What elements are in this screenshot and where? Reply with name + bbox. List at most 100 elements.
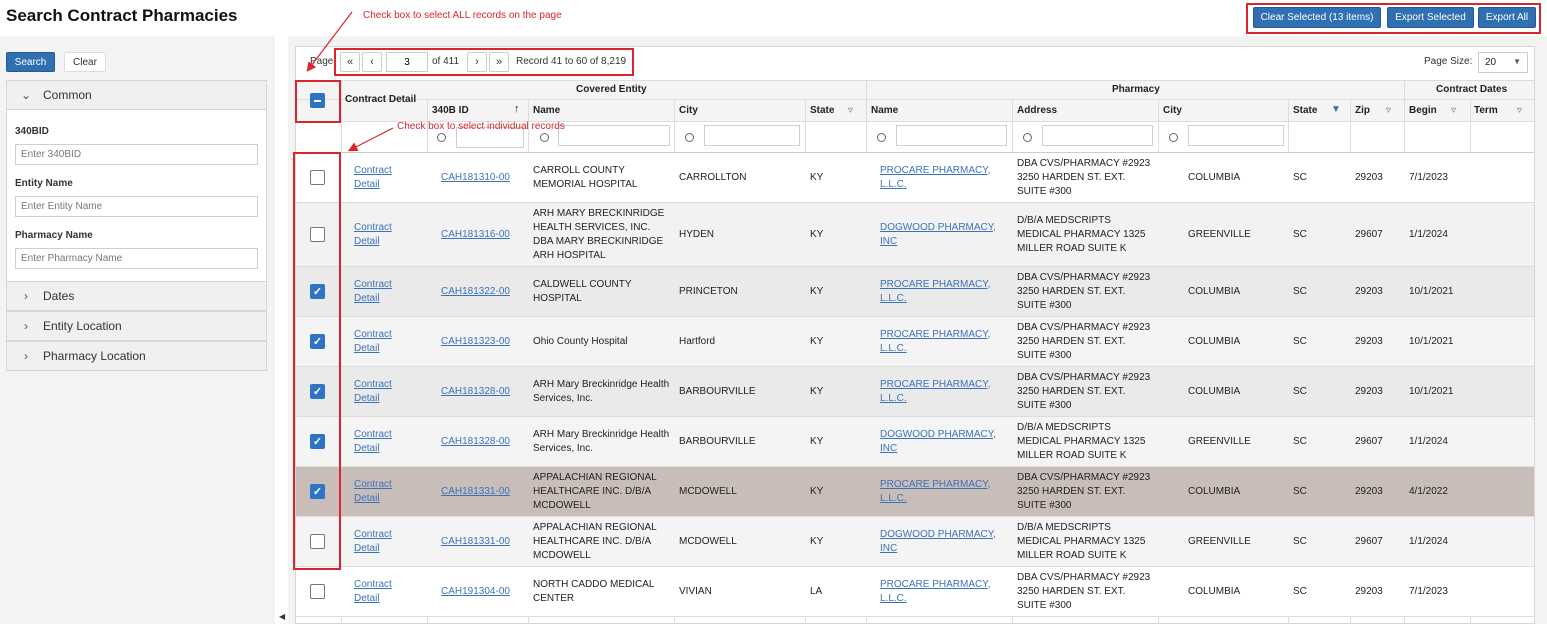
filter-ph-address-input[interactable] xyxy=(1042,125,1153,146)
col-header-ph-city[interactable]: City xyxy=(1163,105,1182,116)
pharmacy-name-link-text[interactable]: DOGWOOD PHARMACY, INC xyxy=(880,428,1008,456)
pharmacy-name-link[interactable]: PROCARE PHARMACY, L.L.C. xyxy=(880,267,1012,316)
pharmacy-name-link-text[interactable]: PROCARE PHARMACY, L.L.C. xyxy=(880,578,1008,606)
collapse-panel-icon[interactable]: ◀ xyxy=(279,612,285,621)
filter-operator-radio[interactable] xyxy=(437,133,446,142)
contract-detail-link-text[interactable]: Contract Detail xyxy=(354,428,420,456)
contract-detail-link[interactable]: Contract Detail xyxy=(354,517,424,566)
table-row[interactable]: ✓ Contract Detail CAH181328-00 ARH Mary Bre… xyxy=(296,417,1534,467)
table-row[interactable]: ✓ Contract Detail CAH181323-00 Ohio County … xyxy=(296,317,1534,367)
entity-id-link-text[interactable]: CAH181331-00 xyxy=(441,485,510,499)
contract-detail-link-text[interactable]: Contract Detail xyxy=(354,328,420,356)
table-row[interactable]: Contract Detail CAH181310-00 CARROLL COUNT… xyxy=(296,153,1534,203)
pharmacy-name-link[interactable]: PROCARE PHARMACY, L.L.C. xyxy=(880,467,1012,516)
contract-detail-link[interactable]: Contract Detail xyxy=(354,317,424,366)
table-row[interactable]: ✓ Contract Detail CAH181328-00 ARH Mary Bre… xyxy=(296,367,1534,417)
table-row[interactable]: Contract Detail CAH181316-00 ARH MARY BREC… xyxy=(296,203,1534,267)
accordion-dates[interactable]: › Dates xyxy=(6,281,267,311)
contract-detail-link-text[interactable]: Contract Detail xyxy=(354,528,420,556)
col-header-zip[interactable]: Zip xyxy=(1355,105,1370,116)
filter-operator-radio[interactable] xyxy=(877,133,886,142)
contract-detail-link-text[interactable]: Contract Detail xyxy=(354,378,420,406)
entity-id-link-text[interactable]: CAH181331-00 xyxy=(441,535,510,549)
entity-id-link[interactable]: CAH181323-00 xyxy=(441,317,531,366)
contract-detail-link-text[interactable]: Contract Detail xyxy=(354,164,420,192)
entity-id-link[interactable]: CAH181322-00 xyxy=(441,267,531,316)
filter-icon[interactable]: ▿ xyxy=(1451,105,1456,116)
filter-icon[interactable]: ▿ xyxy=(1517,105,1522,116)
pharmacy-name-link-text[interactable]: DOGWOOD PHARMACY, INC xyxy=(880,221,1008,249)
col-header-ce-state[interactable]: State xyxy=(810,105,834,116)
accordion-entity-location[interactable]: › Entity Location xyxy=(6,311,267,341)
pharmacy-name-link[interactable]: PROCARE PHARMACY, L.L.C. xyxy=(880,567,1012,616)
filter-ph-city-input[interactable] xyxy=(1188,125,1284,146)
pharmacy-name-link-text[interactable]: PROCARE PHARMACY, L.L.C. xyxy=(880,164,1008,192)
pharmacy-name-link[interactable]: DOGWOOD PHARMACY, INC xyxy=(880,517,1012,566)
col-header-340b-id[interactable]: 340B ID xyxy=(432,105,469,116)
row-select-checkbox[interactable] xyxy=(310,170,325,185)
contract-detail-link[interactable]: Contract Detail xyxy=(354,417,424,466)
pharmacy-name-link-text[interactable]: PROCARE PHARMACY, L.L.C. xyxy=(880,378,1008,406)
row-select-checkbox[interactable] xyxy=(310,584,325,599)
pharmacy-name-link[interactable]: PROCARE PHARMACY, L.L.C. xyxy=(880,317,1012,366)
entity-name-input[interactable] xyxy=(15,196,258,217)
filter-operator-radio[interactable] xyxy=(540,133,549,142)
col-header-ph-state[interactable]: State xyxy=(1293,105,1317,116)
row-select-checkbox[interactable]: ✓ xyxy=(310,384,325,399)
col-header-ph-address[interactable]: Address xyxy=(1017,105,1057,116)
table-row[interactable]: Contract Detail CAH191304-00 NORTH CADDO M… xyxy=(296,567,1534,617)
filter-icon[interactable]: ▿ xyxy=(1386,105,1391,116)
entity-id-link[interactable]: CAH181331-00 xyxy=(441,517,531,566)
export-all-button[interactable]: Export All xyxy=(1478,7,1536,28)
col-header-ce-name[interactable]: Name xyxy=(533,105,560,116)
pharmacy-name-link-text[interactable]: DOGWOOD PHARMACY, INC xyxy=(880,528,1008,556)
clear-button[interactable]: Clear xyxy=(64,52,106,72)
bid-input[interactable] xyxy=(15,144,258,165)
filter-ph-name-input[interactable] xyxy=(896,125,1007,146)
contract-detail-link[interactable]: Contract Detail xyxy=(354,153,424,202)
entity-id-link-text[interactable]: CAH181328-00 xyxy=(441,435,510,449)
pharmacy-name-input[interactable] xyxy=(15,248,258,269)
contract-detail-link-text[interactable]: Contract Detail xyxy=(354,578,420,606)
filter-operator-radio[interactable] xyxy=(685,133,694,142)
contract-detail-link-text[interactable]: Contract Detail xyxy=(354,278,420,306)
entity-id-link-text[interactable]: CAH181323-00 xyxy=(441,335,510,349)
contract-detail-link[interactable]: Contract Detail xyxy=(354,467,424,516)
pharmacy-name-link-text[interactable]: PROCARE PHARMACY, L.L.C. xyxy=(880,278,1008,306)
col-header-ph-name[interactable]: Name xyxy=(871,105,898,116)
entity-id-link-text[interactable]: CAH181322-00 xyxy=(441,285,510,299)
entity-id-link-text[interactable]: CAH181328-00 xyxy=(441,385,510,399)
pharmacy-name-link[interactable]: DOGWOOD PHARMACY, INC xyxy=(880,417,1012,466)
table-row[interactable]: ✓ Contract Detail CAH181331-00 APPALACHIAN … xyxy=(296,467,1534,517)
contract-detail-link[interactable]: Contract Detail xyxy=(354,203,424,266)
filter-icon[interactable]: ▿ xyxy=(848,105,853,116)
pharmacy-name-link-text[interactable]: PROCARE PHARMACY, L.L.C. xyxy=(880,328,1008,356)
search-button[interactable]: Search xyxy=(6,52,55,72)
contract-detail-link-text[interactable]: Contract Detail xyxy=(354,478,420,506)
accordion-common-header[interactable]: ⌄ Common xyxy=(7,81,266,109)
export-selected-button[interactable]: Export Selected xyxy=(1387,7,1474,28)
col-header-ce-city[interactable]: City xyxy=(679,105,698,116)
table-row[interactable]: Contract Detail CAH181331-00 APPALACHIAN R… xyxy=(296,517,1534,567)
row-select-checkbox[interactable] xyxy=(310,534,325,549)
filter-active-icon[interactable]: ▼ xyxy=(1331,104,1341,115)
col-header-begin[interactable]: Begin xyxy=(1409,105,1437,116)
sort-ascending-icon[interactable]: ↑ xyxy=(514,103,520,115)
row-select-checkbox[interactable]: ✓ xyxy=(310,334,325,349)
row-select-checkbox[interactable]: ✓ xyxy=(310,434,325,449)
filter-operator-radio[interactable] xyxy=(1023,133,1032,142)
entity-id-link[interactable]: CAH181310-00 xyxy=(441,153,531,202)
clear-selected-button[interactable]: Clear Selected (13 items) xyxy=(1253,7,1381,28)
accordion-pharmacy-location[interactable]: › Pharmacy Location xyxy=(6,341,267,371)
row-select-checkbox[interactable]: ✓ xyxy=(310,484,325,499)
entity-id-link-text[interactable]: CAH191304-00 xyxy=(441,585,510,599)
row-select-checkbox[interactable]: ✓ xyxy=(310,284,325,299)
contract-detail-link[interactable]: Contract Detail xyxy=(354,567,424,616)
entity-id-link[interactable]: CAH181328-00 xyxy=(441,367,531,416)
pharmacy-name-link[interactable]: DOGWOOD PHARMACY, INC xyxy=(880,203,1012,266)
page-size-select[interactable]: 20 ▼ xyxy=(1478,52,1528,73)
entity-id-link[interactable]: CAH181331-00 xyxy=(441,467,531,516)
entity-id-link-text[interactable]: CAH181316-00 xyxy=(441,228,510,242)
contract-detail-link[interactable]: Contract Detail xyxy=(354,267,424,316)
filter-operator-radio[interactable] xyxy=(1169,133,1178,142)
